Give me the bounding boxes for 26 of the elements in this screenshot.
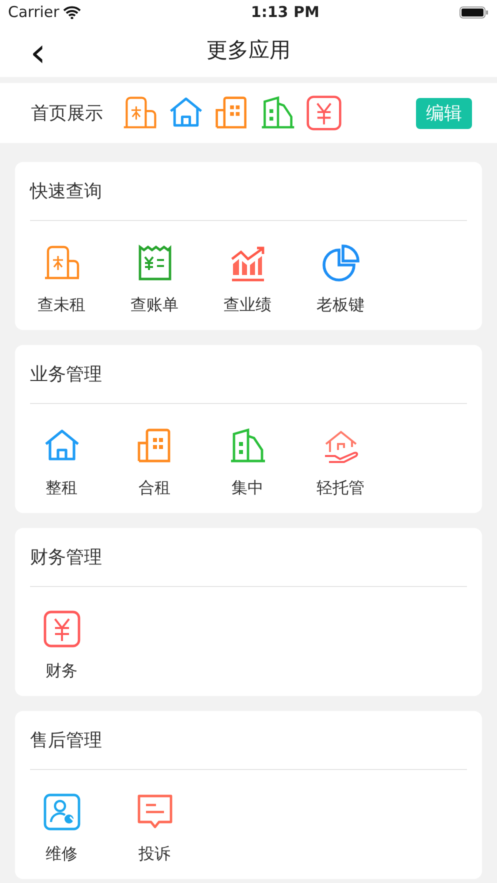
app-shortcut[interactable]: 合租: [108, 426, 201, 500]
app-shortcut[interactable]: 维修: [15, 792, 108, 866]
battery-icon: [458, 6, 489, 19]
wifi-icon: [63, 6, 82, 19]
section-title: 财务管理: [30, 546, 102, 570]
clock-time: 1:13 PM: [250, 2, 320, 24]
app-shortcut[interactable]: 查业绩: [201, 243, 294, 317]
app-shortcut[interactable]: 整租: [15, 426, 108, 500]
person-wrench-icon: [42, 792, 82, 832]
app-shortcut[interactable]: 查账单: [108, 243, 201, 317]
app-shortcut[interactable]: 投诉: [108, 792, 201, 866]
back-button[interactable]: ‹: [24, 33, 52, 73]
carrier-label: Carrier: [8, 2, 60, 24]
page-title: 更多应用: [206, 37, 290, 64]
section-label: 首页展示: [31, 102, 103, 126]
app-shortcut[interactable]: 查未租: [15, 243, 108, 317]
section-title: 业务管理: [30, 362, 102, 386]
section-title: 快速查询: [30, 180, 102, 204]
yen-icon: [305, 94, 343, 132]
section-title: 售后管理: [30, 728, 102, 752]
yen-icon: [42, 609, 82, 649]
pie-chart-icon: [320, 243, 360, 283]
app-shortcut[interactable]: 集中: [201, 426, 294, 500]
app-shortcut[interactable]: 老板键: [294, 243, 387, 317]
app-shortcut[interactable]: 财务: [15, 609, 108, 683]
app-shortcut[interactable]: 轻托管: [294, 426, 387, 500]
